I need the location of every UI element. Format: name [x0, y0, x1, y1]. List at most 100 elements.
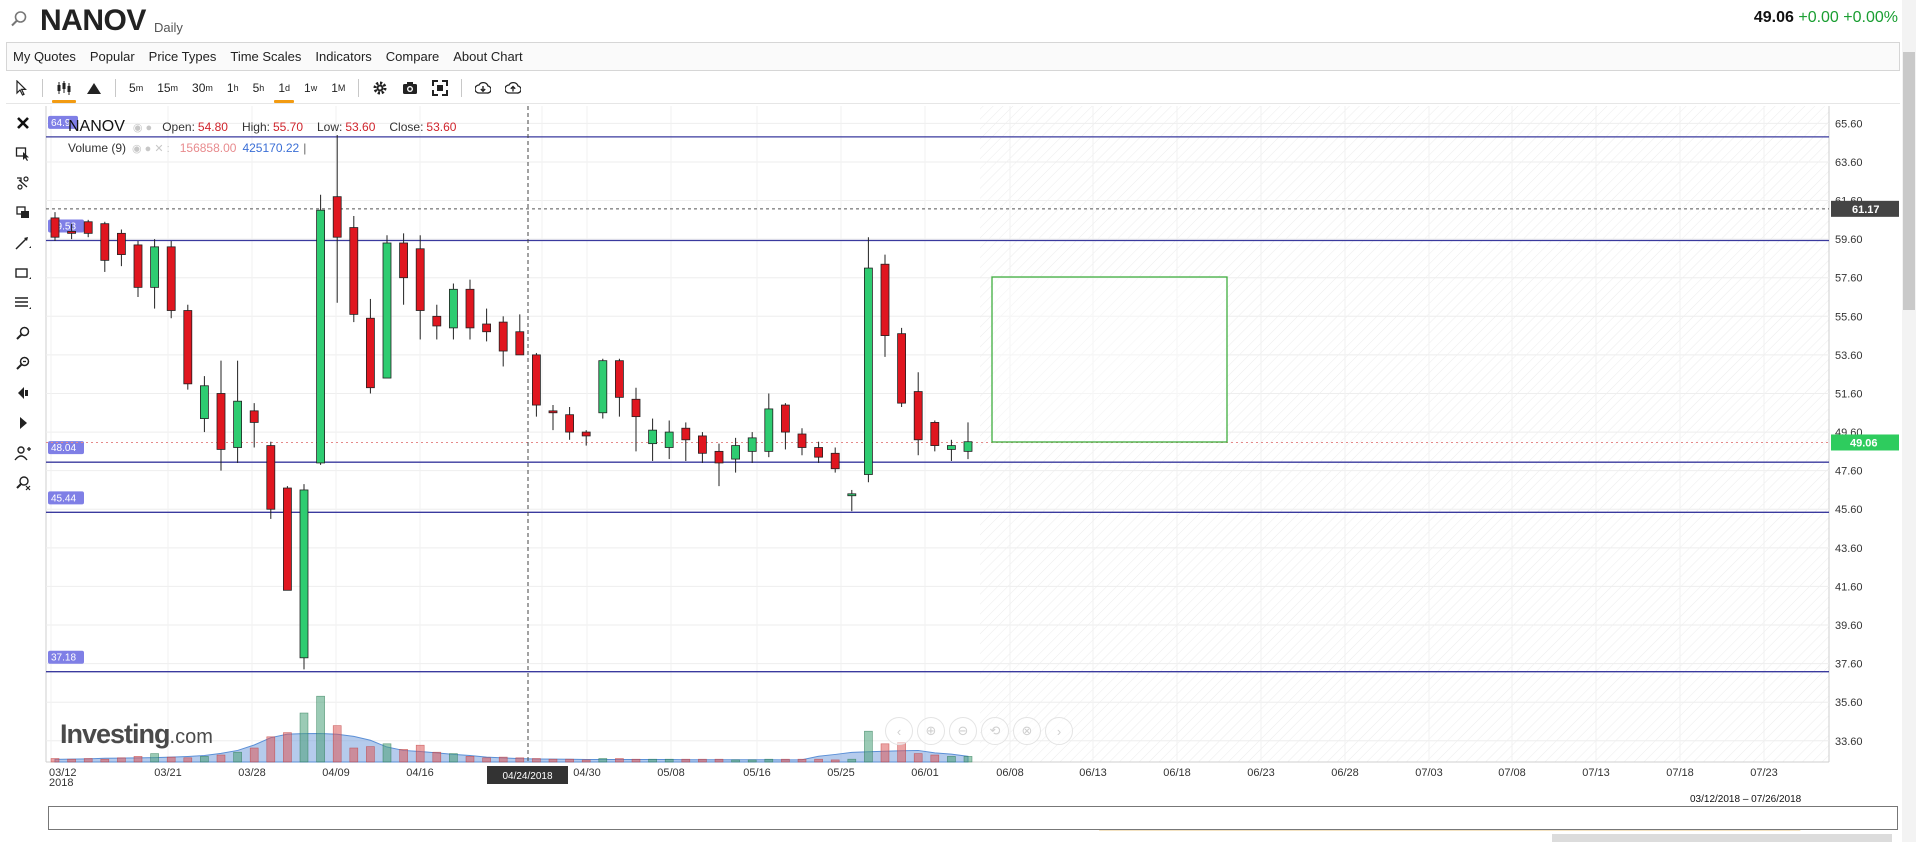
volume-bar: [133, 756, 143, 763]
candle-body: [216, 393, 226, 450]
x-first-year-label: 2018: [49, 777, 73, 789]
volume-bar: [565, 758, 574, 763]
y-tick-label: 45.60: [1835, 504, 1863, 516]
volume-bar: [117, 757, 126, 763]
volume-bar: [249, 747, 259, 763]
candle-body: [515, 331, 525, 356]
x-tick-label: 07/08: [1498, 767, 1526, 779]
zoom-fit-icon: ⊗: [1021, 723, 1033, 738]
candle-body: [698, 435, 707, 454]
candle-body: [183, 310, 193, 385]
candle-body: [432, 315, 442, 327]
vertical-scrollbar-thumb[interactable]: [1903, 52, 1915, 310]
y-tick-label: 57.60: [1835, 273, 1863, 285]
volume-bar: [880, 743, 890, 763]
volume-bar: [316, 695, 325, 763]
volume-bar: [548, 758, 558, 763]
candle-body: [532, 354, 541, 406]
volume-bar: [449, 753, 458, 763]
volume-bar: [166, 756, 176, 763]
x-tick-label: 05/16: [743, 767, 771, 779]
volume-bar: [349, 747, 359, 763]
y-tick-label: 33.60: [1835, 736, 1863, 748]
scroller-range-label: 03/12/2018 – 07/26/2018: [1690, 794, 1802, 805]
candle-body: [847, 493, 857, 497]
eye-icon[interactable]: ◉ ●: [133, 121, 152, 134]
x-tick-label: 03/21: [154, 767, 182, 779]
x-tick-label: 07/23: [1750, 767, 1778, 779]
volume-bar: [913, 753, 923, 763]
brand-suffix: .com: [169, 726, 213, 748]
reset-icon: ⟲: [989, 723, 1001, 738]
zoom-fit-button[interactable]: ⊗: [1013, 717, 1041, 745]
candle-body: [150, 246, 160, 288]
candle-body: [714, 450, 724, 464]
candle-body: [598, 360, 608, 414]
dashed-price-tag: 61.17: [1852, 204, 1880, 216]
candle-body: [498, 321, 508, 352]
zoom-out-button[interactable]: ⊖: [949, 717, 977, 745]
candle-body: [797, 433, 807, 448]
candle-body: [781, 404, 790, 433]
legend-high: 55.70: [272, 120, 303, 134]
volume-bar: [83, 758, 93, 763]
x-tick-label: 06/18: [1163, 767, 1191, 779]
volume-bar: [631, 758, 641, 763]
x-tick-label: 06/13: [1079, 767, 1107, 779]
candle-body: [166, 246, 176, 311]
zoom-in-button[interactable]: ⊕: [917, 717, 945, 745]
candle-body: [764, 408, 774, 452]
volume-bar: [764, 758, 774, 763]
volume-bar: [797, 758, 807, 763]
legend-open-label: Open:: [162, 120, 195, 134]
x-tick-label: 05/25: [827, 767, 855, 779]
price-axis: 65.6063.6061.6059.6057.6055.6053.6051.60…: [1831, 118, 1899, 748]
ohlc-legend: NANOV ◉ ● Open: 54.80 High: 55.70 Low: 53.6…: [68, 118, 470, 136]
eye-icon[interactable]: ◉ ● ✕ :: [132, 142, 170, 155]
candle-body: [365, 317, 375, 389]
candle-body: [864, 267, 873, 475]
volume-bar: [731, 759, 740, 763]
candle-body: [581, 431, 591, 437]
candle-body: [913, 391, 923, 441]
candle-body: [100, 223, 110, 261]
candle-body: [947, 445, 956, 450]
y-tick-label: 55.60: [1835, 311, 1863, 323]
x-tick-label: 07/03: [1415, 767, 1443, 779]
chart-navigation: ‹ ⊕ ⊖ ⟲ ⊗ ›: [885, 717, 1077, 745]
horizontal-scrollbar[interactable]: [1552, 834, 1892, 842]
y-tick-label: 65.60: [1835, 118, 1863, 130]
candle-body: [266, 445, 276, 510]
candle-body: [897, 333, 906, 404]
candle-body: [880, 263, 890, 336]
candle-body: [648, 429, 657, 445]
level-tag: 45.44: [51, 493, 76, 504]
x-tick-label: 04/16: [406, 767, 434, 779]
candle-body: [199, 385, 209, 419]
range-scroller[interactable]: [48, 806, 1898, 830]
y-tick-label: 53.60: [1835, 350, 1863, 362]
candle-body: [631, 398, 641, 418]
time-axis: 03/12 03/21 03/28 04/09 04/16 04/24/2018 04/30…: [49, 766, 1778, 789]
legend-low: 53.60: [345, 120, 376, 134]
candle-body: [382, 242, 392, 379]
scroll-left-button[interactable]: ‹: [885, 717, 913, 745]
volume-bar: [648, 758, 657, 763]
x-tick-label: 04/09: [322, 767, 350, 779]
x-tick-label: 06/01: [911, 767, 939, 779]
scroll-right-button[interactable]: ›: [1045, 717, 1073, 745]
candle-body: [67, 231, 76, 234]
volume-bar: [830, 759, 840, 763]
volume-bar: [465, 756, 475, 763]
volume-bar: [598, 758, 608, 763]
candle-body: [415, 248, 425, 311]
x-tick-label: 04/30: [573, 767, 601, 779]
volume-bar: [415, 744, 425, 763]
crosshair-date-label: 04/24/2018: [502, 771, 552, 782]
volume-bar: [150, 753, 159, 763]
reset-zoom-button[interactable]: ⟲: [981, 717, 1009, 745]
candle-body: [117, 232, 126, 255]
candle-body: [83, 221, 93, 234]
legend-close: 53.60: [426, 120, 457, 134]
volume-bar: [200, 756, 209, 763]
